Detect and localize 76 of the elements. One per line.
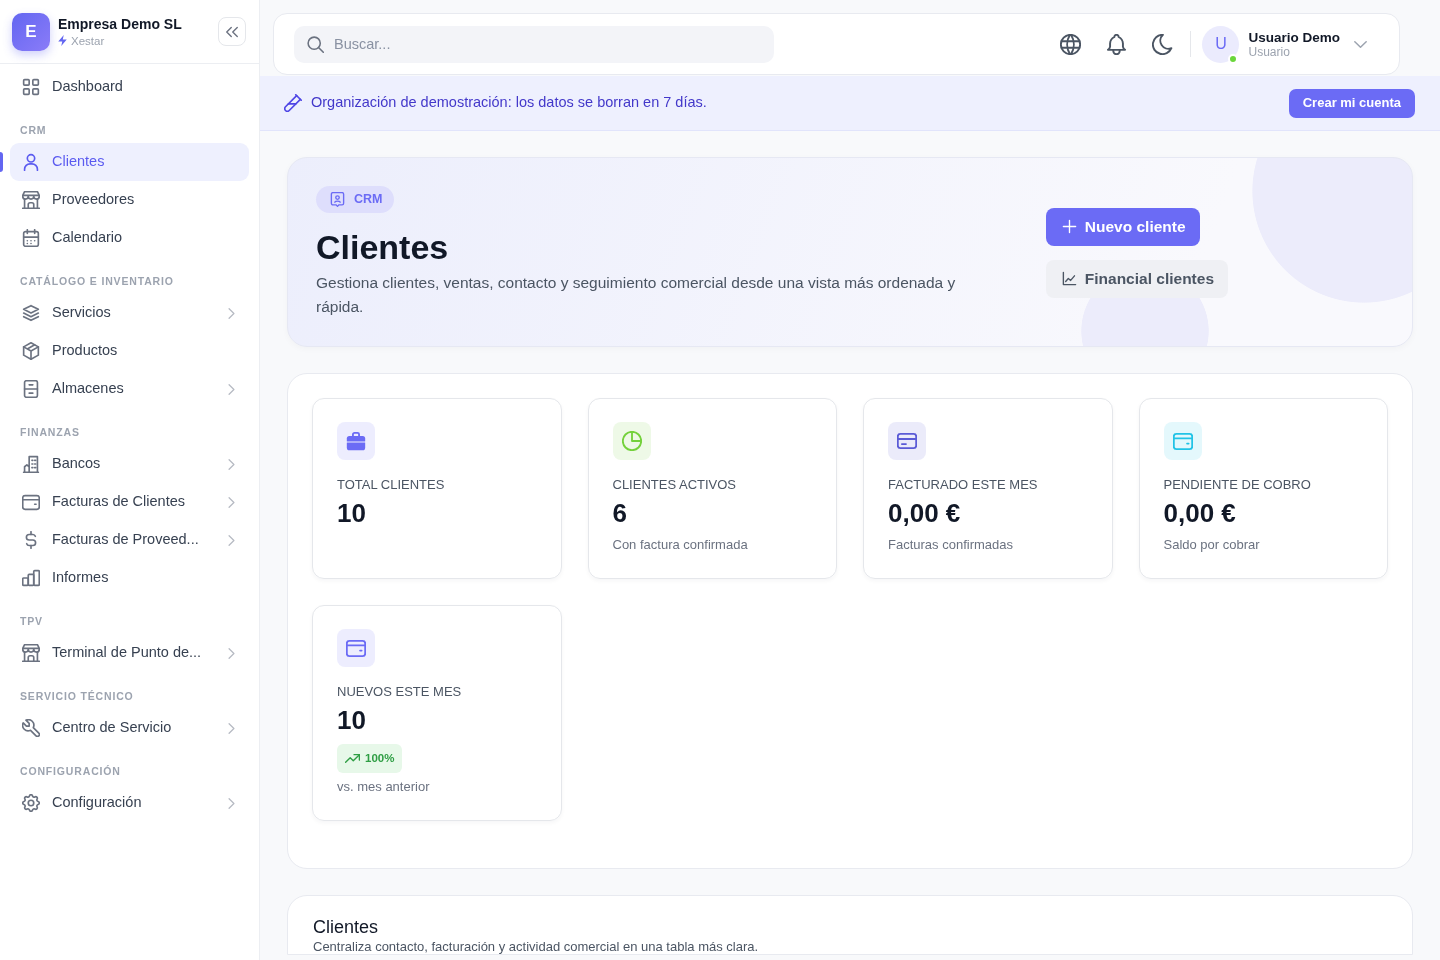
report-button[interactable]: Financial clientes — [1045, 259, 1228, 298]
bar-chart-icon — [22, 569, 40, 587]
create-button[interactable]: Nuevo cliente — [1045, 207, 1200, 246]
storefront-icon — [22, 644, 40, 662]
nav-item[interactable]: Dashboard — [10, 68, 249, 106]
nav-item[interactable]: Productos — [10, 332, 249, 370]
stat-value: 0,00 € — [888, 498, 962, 528]
page-title: Clientes — [316, 227, 450, 268]
stat-label: CLIENTES ACTIVOS — [612, 477, 738, 493]
package-icon — [22, 342, 40, 360]
wrench-icon — [22, 719, 40, 737]
line-chart-icon — [1061, 271, 1077, 286]
search-icon — [307, 35, 324, 53]
user-name: Usuario Demo — [1248, 29, 1340, 46]
stat-value: 10 — [337, 705, 367, 735]
stat-caption: Facturas confirmadas — [888, 537, 1014, 553]
brand-logo: E — [12, 12, 50, 51]
nav-item[interactable]: Centro de Servicio — [10, 709, 249, 747]
nav-item[interactable]: Servicios — [10, 294, 249, 332]
nav-item[interactable]: Calendario — [10, 219, 249, 257]
nav-item[interactable]: Almacenes — [10, 370, 249, 408]
stat-value: 6 — [612, 498, 628, 528]
stat-caption: Con factura confirmada — [612, 537, 749, 553]
nav-item[interactable]: Facturas de Clientes — [10, 483, 249, 521]
nav-item[interactable]: Clientes — [10, 143, 249, 181]
grid-icon — [22, 78, 40, 96]
company-name: Empresa Demo SL — [58, 15, 182, 33]
settings-icon — [22, 794, 40, 812]
card-subtitle: Centraliza contacto, facturación y actividad comercial en una tabla más clara. — [313, 939, 760, 954]
stat-label: TOTAL CLIENTES — [337, 477, 446, 493]
nav-item[interactable]: Bancos — [10, 445, 249, 483]
stat-caption: vs. mes anterior — [337, 779, 431, 795]
section-label: FINANZAS — [20, 426, 80, 438]
cabinet-icon — [22, 380, 40, 398]
section-label: CRM — [20, 124, 47, 136]
user-role: Usuario — [1248, 45, 1291, 59]
stat-label: NUEVOS ESTE MES — [337, 684, 463, 700]
section-label: CONFIGURACIÓN — [20, 765, 121, 777]
card-title: Clientes — [313, 916, 380, 938]
nav-item[interactable]: Facturas de Proveed... — [10, 521, 249, 559]
storefront-icon — [22, 191, 40, 209]
user-card-icon — [330, 192, 345, 207]
trend-value: 100% — [365, 750, 395, 766]
moon-icon[interactable] — [1152, 33, 1174, 55]
app-name: Xestar — [71, 33, 105, 48]
layers-icon — [22, 304, 40, 322]
section-label: SERVICIO TÉCNICO — [20, 690, 134, 702]
stat-value: 0,00 € — [1163, 498, 1237, 528]
nav-item[interactable]: Proveedores — [10, 181, 249, 219]
user-avatar[interactable]: U — [1202, 25, 1240, 63]
stat-label: PENDIENTE DE COBRO — [1163, 477, 1312, 493]
plus-icon — [1061, 219, 1077, 234]
bell-icon[interactable] — [1106, 33, 1128, 55]
bolt-icon — [58, 35, 67, 46]
section-label: CATÁLOGO E INVENTARIO — [20, 275, 174, 287]
stat-label: FACTURADO ESTE MES — [888, 477, 1039, 493]
search-field[interactable]: Buscar... — [294, 25, 774, 63]
user-icon — [22, 153, 40, 171]
stat-caption: Saldo por cobrar — [1163, 537, 1261, 553]
test-tube-icon — [284, 94, 302, 112]
building-icon — [22, 455, 40, 473]
wallet-icon — [22, 493, 40, 511]
stat-value: 10 — [337, 498, 367, 528]
section-label: TPV — [20, 615, 43, 627]
banner-message: Organización de demostración: los datos se borran en 7 días. — [311, 93, 707, 113]
nav-item[interactable]: Configuración — [10, 784, 249, 822]
nav-item[interactable]: Informes — [10, 559, 249, 597]
nav-item[interactable]: Terminal de Punto de... — [10, 634, 249, 672]
trending-up-icon — [345, 751, 360, 766]
category-label: CRM — [354, 191, 383, 209]
double-chevron-icon — [226, 25, 238, 38]
collapse-button[interactable] — [218, 17, 246, 46]
globe-icon[interactable] — [1060, 33, 1082, 55]
page-description: Gestiona clientes, ventas, contacto y seguimiento comercial desde una vista más ordenada y rápida. — [316, 273, 957, 317]
create-account-button[interactable]: Crear mi cuenta — [1288, 88, 1415, 118]
calendar-icon — [22, 229, 40, 247]
